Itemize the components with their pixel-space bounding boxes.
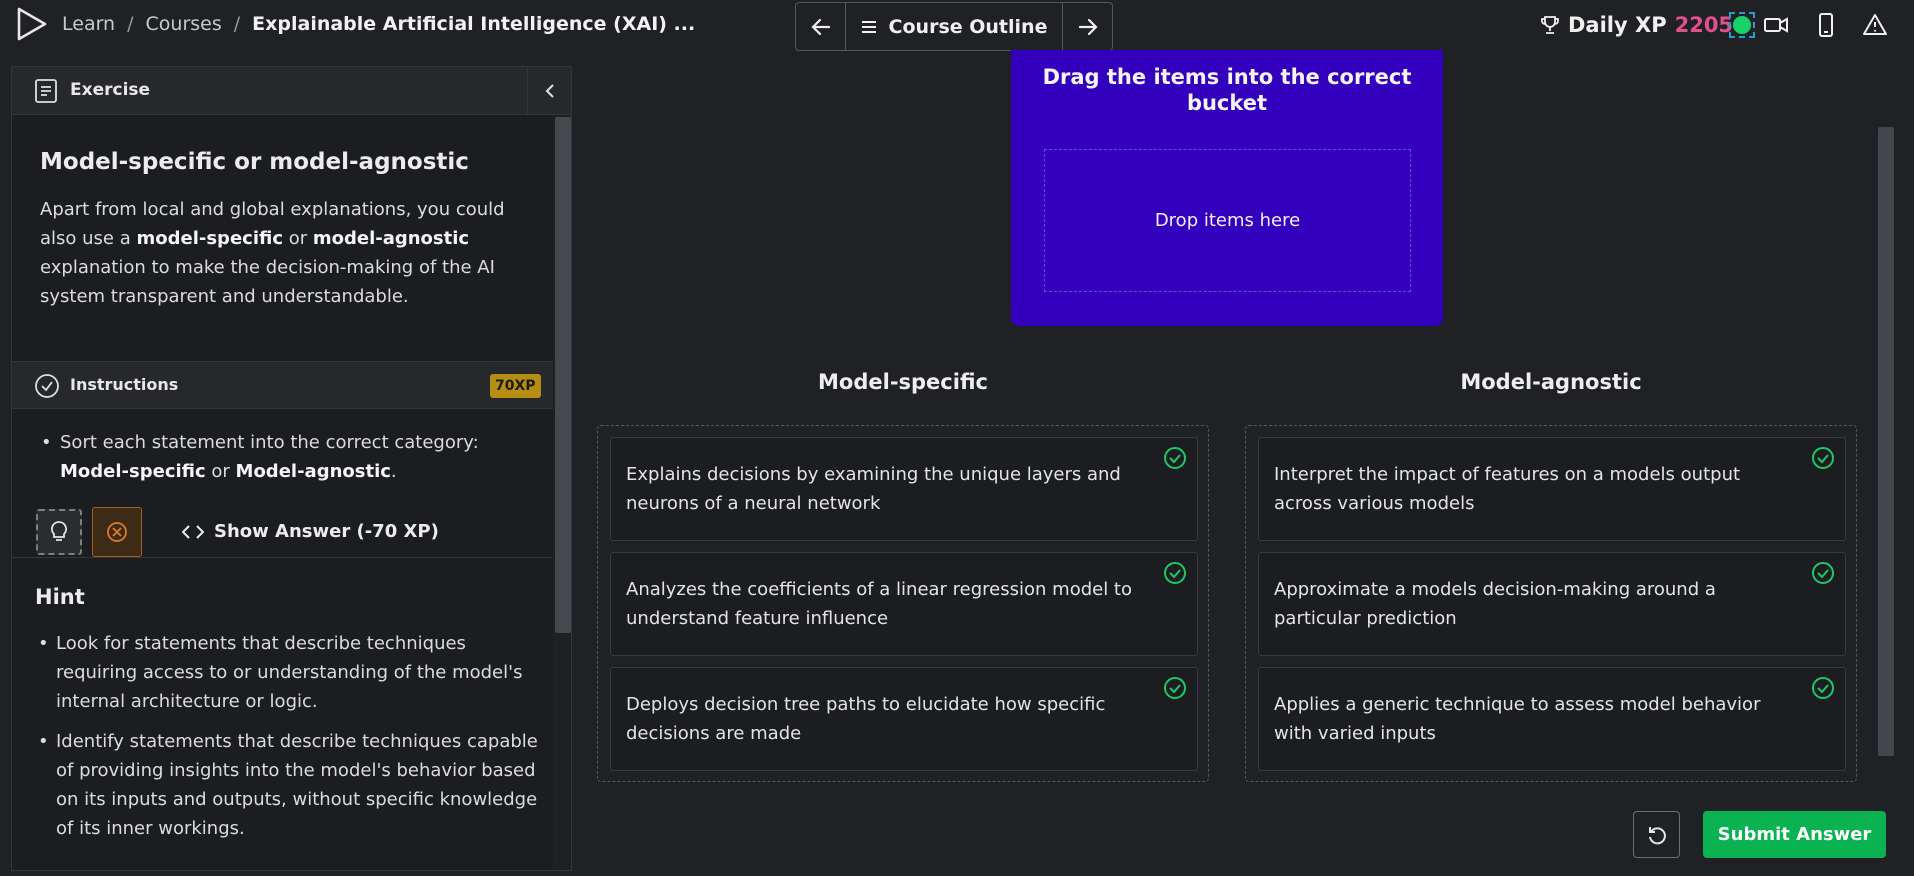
close-circle-icon — [107, 522, 127, 542]
draggable-card[interactable]: Applies a generic technique to assess mo… — [1258, 667, 1846, 771]
breadcrumb-course-title[interactable]: Explainable Artificial Intelligence (XAI… — [252, 13, 695, 35]
show-answer-label: Show Answer (-70 XP) — [214, 521, 439, 542]
check-circle-icon — [1164, 677, 1186, 699]
collapse-panel-button[interactable] — [527, 67, 571, 115]
xp-badge: 70XP — [490, 374, 541, 398]
course-navigation: Course Outline — [795, 2, 1113, 51]
reset-button[interactable] — [1633, 811, 1680, 858]
submit-answer-button[interactable]: Submit Answer — [1703, 811, 1886, 858]
daily-xp-label: Daily XP — [1568, 13, 1667, 37]
instructions-list: Sort each statement into the correct cat… — [41, 428, 530, 486]
card-text: Applies a generic technique to assess mo… — [1274, 694, 1761, 744]
check-circle-icon — [1812, 562, 1834, 584]
check-circle-icon — [1812, 447, 1834, 469]
hint-title: Hint — [35, 585, 85, 609]
trophy-icon — [1541, 16, 1559, 34]
alert-icon[interactable] — [1862, 12, 1888, 38]
status-dot — [1733, 16, 1751, 34]
source-drop-zone[interactable]: Drop items here — [1044, 149, 1411, 292]
card-text: Analyzes the coefficients of a linear re… — [626, 579, 1132, 629]
bucket-model-agnostic[interactable]: Interpret the impact of features on a mo… — [1245, 425, 1857, 782]
next-exercise-button[interactable] — [1062, 3, 1112, 50]
breadcrumb-separator: / — [233, 13, 241, 35]
top-bar: Learn / Courses / Explainable Artificial… — [0, 0, 1914, 52]
draggable-card[interactable]: Interpret the impact of features on a mo… — [1258, 437, 1846, 541]
check-circle-icon — [35, 374, 59, 398]
arrow-right-icon — [1078, 18, 1098, 35]
lightbulb-icon — [51, 521, 67, 541]
check-circle-icon — [1164, 562, 1186, 584]
arrow-left-icon — [810, 18, 830, 35]
reset-icon — [1648, 826, 1666, 844]
card-text: Explains decisions by examining the uniq… — [626, 464, 1121, 514]
hint-item: Look for statements that describe techni… — [38, 629, 538, 716]
divider — [12, 557, 553, 558]
card-text: Approximate a models decision-making aro… — [1274, 579, 1716, 629]
course-outline-button[interactable]: Course Outline — [846, 3, 1062, 50]
breadcrumb-separator: / — [127, 13, 134, 35]
bucket-title-model-agnostic: Model-agnostic — [1460, 370, 1642, 394]
draggable-card[interactable]: Analyzes the coefficients of a linear re… — [610, 552, 1198, 656]
instructions-header-label: Instructions — [70, 375, 179, 394]
menu-icon — [861, 20, 876, 33]
code-icon — [182, 524, 204, 539]
exercise-title: Model-specific or model-agnostic — [40, 149, 469, 175]
drag-source-area: Drag the items into the correct bucket D… — [1011, 50, 1443, 326]
draggable-card[interactable]: Approximate a models decision-making aro… — [1258, 552, 1846, 656]
exercise-panel: Exercise Model-specific or model-agnosti… — [11, 66, 572, 871]
show-answer-button[interactable]: Show Answer (-70 XP) — [182, 521, 439, 542]
hint-button[interactable] — [36, 509, 82, 555]
card-text: Deploys decision tree paths to elucidate… — [626, 694, 1106, 744]
datacamp-logo-icon[interactable] — [16, 6, 48, 42]
card-text: Interpret the impact of features on a mo… — [1274, 464, 1741, 514]
instructions-header: Instructions 70XP — [12, 361, 553, 409]
bucket-model-specific[interactable]: Explains decisions by examining the uniq… — [597, 425, 1209, 782]
draggable-card[interactable]: Deploys decision tree paths to elucidate… — [610, 667, 1198, 771]
document-icon — [35, 79, 57, 103]
breadcrumb-learn[interactable]: Learn — [62, 13, 115, 35]
dismiss-hint-button[interactable] — [92, 507, 142, 557]
course-outline-label: Course Outline — [888, 15, 1048, 38]
previous-exercise-button[interactable] — [796, 3, 846, 50]
breadcrumb: Learn / Courses / Explainable Artificial… — [62, 13, 695, 35]
check-circle-icon — [1164, 447, 1186, 469]
drag-instruction: Drag the items into the correct bucket — [1042, 65, 1412, 115]
daily-xp[interactable]: Daily XP 2205 — [1540, 13, 1733, 37]
online-status-indicator[interactable] — [1729, 12, 1755, 38]
instruction-item: Sort each statement into the correct cat… — [41, 428, 530, 486]
check-circle-icon — [1812, 677, 1834, 699]
exercise-header-label: Exercise — [70, 80, 151, 100]
video-icon[interactable] — [1763, 12, 1789, 38]
exercise-header: Exercise — [12, 67, 571, 115]
draggable-card[interactable]: Explains decisions by examining the uniq… — [610, 437, 1198, 541]
hint-item: Identify statements that describe techni… — [38, 727, 538, 843]
drop-placeholder: Drop items here — [1154, 210, 1301, 231]
breadcrumb-courses[interactable]: Courses — [146, 13, 222, 35]
hint-list: Look for statements that describe techni… — [38, 629, 538, 854]
exercise-description: Apart from local and global explanations… — [40, 199, 505, 307]
content-scrollbar-thumb[interactable] — [1878, 127, 1894, 756]
bucket-title-model-specific: Model-specific — [818, 370, 988, 394]
mobile-icon[interactable] — [1813, 12, 1839, 38]
daily-xp-value: 2205 — [1674, 13, 1734, 37]
chevron-left-icon — [545, 84, 554, 98]
panel-scrollbar-thumb[interactable] — [555, 117, 571, 633]
